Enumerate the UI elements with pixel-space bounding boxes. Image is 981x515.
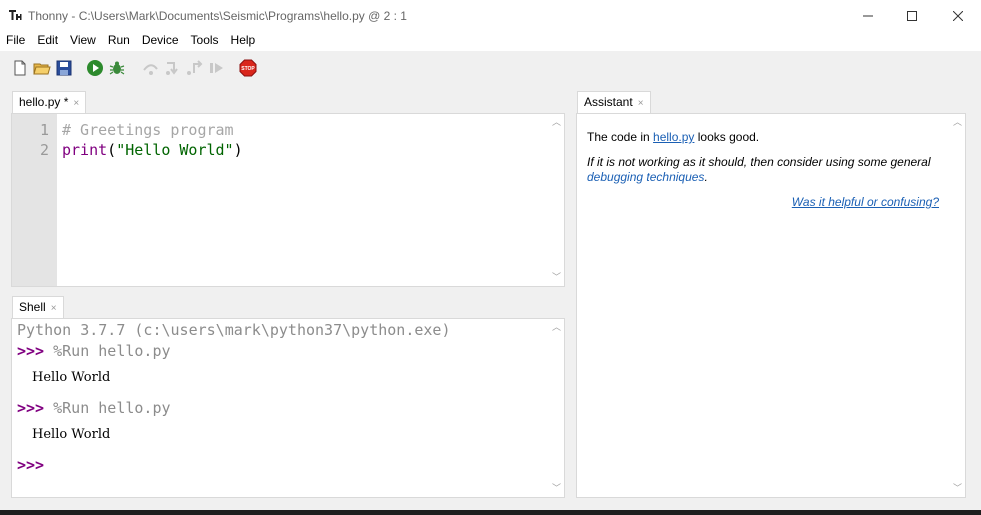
shell-prompt: >>> bbox=[17, 399, 45, 417]
code-paren: ) bbox=[233, 141, 243, 159]
menu-run[interactable]: Run bbox=[102, 31, 136, 51]
debugging-techniques-link[interactable]: debugging techniques bbox=[587, 170, 704, 184]
assistant-advice: If it is not working as it should, then … bbox=[587, 155, 931, 169]
assistant-pane: The code in hello.py looks good. If it i… bbox=[576, 113, 966, 498]
step-into-icon[interactable] bbox=[164, 59, 182, 77]
code-builtin: print bbox=[62, 141, 108, 159]
shell-input-line[interactable]: >>> bbox=[17, 456, 44, 474]
toolbar: STOP bbox=[0, 51, 981, 87]
menu-view[interactable]: View bbox=[64, 31, 102, 51]
stop-label: STOP bbox=[241, 66, 255, 72]
scroll-down-icon[interactable]: ﹀ bbox=[552, 484, 561, 493]
shell-header: Python 3.7.7 (c:\users\mark\python37\pyt… bbox=[17, 321, 451, 339]
scroll-up-icon[interactable]: ︿ bbox=[552, 118, 561, 127]
shell-scrollbar[interactable]: ︿ ﹀ bbox=[549, 319, 564, 497]
menu-bar: File Edit View Run Device Tools Help bbox=[0, 31, 981, 51]
assistant-tab-close-icon[interactable]: × bbox=[638, 98, 644, 109]
close-icon bbox=[953, 10, 963, 21]
scroll-down-icon[interactable]: ﹀ bbox=[552, 273, 561, 282]
resume-icon[interactable] bbox=[208, 59, 226, 77]
shell-output: Hello World bbox=[32, 427, 111, 442]
debug-icon[interactable] bbox=[108, 59, 126, 77]
shell-command: %Run hello.py bbox=[44, 399, 171, 417]
window-title: Thonny - C:\Users\Mark\Documents\Seismic… bbox=[28, 9, 407, 23]
assistant-message-prefix: The code in bbox=[587, 130, 654, 144]
shell-command-line: >>> %Run hello.py bbox=[17, 342, 171, 360]
shell-pane[interactable]: Python 3.7.7 (c:\users\mark\python37\pyt… bbox=[11, 318, 565, 498]
maximize-button[interactable] bbox=[889, 0, 935, 31]
minimize-button[interactable] bbox=[845, 0, 891, 31]
minimize-icon bbox=[863, 15, 873, 16]
code-line-1[interactable]: # Greetings program bbox=[62, 121, 234, 139]
shell-prompt: >>> bbox=[17, 342, 45, 360]
thonny-logo-icon bbox=[8, 8, 22, 22]
feedback-link[interactable]: Was it helpful or confusing? bbox=[792, 195, 939, 209]
save-icon[interactable] bbox=[55, 59, 73, 77]
scroll-up-icon[interactable]: ︿ bbox=[552, 323, 561, 332]
step-over-icon[interactable] bbox=[142, 59, 160, 77]
run-icon[interactable] bbox=[86, 59, 104, 77]
shell-tab-label: Shell bbox=[19, 300, 46, 314]
assistant-message: The code in hello.py looks good. bbox=[587, 130, 759, 144]
editor-scrollbar[interactable]: ︿ ﹀ bbox=[549, 114, 564, 286]
code-string: "Hello World" bbox=[116, 141, 234, 159]
step-out-icon[interactable] bbox=[186, 59, 204, 77]
open-folder-icon[interactable] bbox=[33, 59, 51, 77]
menu-help[interactable]: Help bbox=[225, 31, 262, 51]
taskbar-edge bbox=[0, 510, 981, 515]
tab-editor-hello[interactable]: hello.py * × bbox=[12, 91, 87, 113]
shell-tab-close-icon[interactable]: × bbox=[51, 303, 57, 314]
assistant-scrollbar[interactable]: ︿ ﹀ bbox=[950, 114, 965, 497]
assistant-tab-label: Assistant bbox=[584, 95, 633, 109]
scroll-down-icon[interactable]: ﹀ bbox=[953, 484, 962, 493]
editor-tab-label: hello.py * bbox=[19, 95, 69, 109]
editor-pane[interactable]: 1 2 # Greetings program print("Hello Wor… bbox=[11, 113, 565, 287]
menu-device[interactable]: Device bbox=[136, 31, 185, 51]
shell-command: %Run hello.py bbox=[44, 342, 171, 360]
line-number-gutter: 1 2 bbox=[12, 114, 57, 286]
shell-command-line: >>> %Run hello.py bbox=[17, 399, 171, 417]
line-number: 1 bbox=[39, 121, 49, 139]
shell-output: Hello World bbox=[32, 370, 111, 385]
editor-tab-close-icon[interactable]: × bbox=[73, 98, 79, 109]
title-bar: Thonny - C:\Users\Mark\Documents\Seismic… bbox=[0, 0, 981, 31]
menu-edit[interactable]: Edit bbox=[31, 31, 64, 51]
new-file-icon[interactable] bbox=[11, 59, 29, 77]
shell-prompt: >>> bbox=[17, 456, 45, 474]
code-line-2[interactable]: print("Hello World") bbox=[62, 141, 243, 159]
code-comment: # Greetings program bbox=[62, 121, 234, 139]
tab-assistant[interactable]: Assistant × bbox=[577, 91, 651, 113]
stop-icon[interactable]: STOP bbox=[239, 59, 257, 77]
assistant-advice-line2: debugging techniques. bbox=[587, 170, 708, 184]
close-button[interactable] bbox=[935, 0, 981, 31]
maximize-icon bbox=[907, 10, 917, 21]
code-paren: ( bbox=[107, 141, 117, 159]
menu-tools[interactable]: Tools bbox=[185, 31, 225, 51]
menu-file[interactable]: File bbox=[0, 31, 31, 51]
scroll-up-icon[interactable]: ︿ bbox=[953, 118, 962, 127]
assistant-advice-end: . bbox=[704, 170, 708, 184]
tab-shell[interactable]: Shell × bbox=[12, 296, 64, 318]
assistant-message-suffix: looks good. bbox=[694, 130, 760, 144]
line-number: 2 bbox=[39, 141, 49, 159]
assistant-file-link[interactable]: hello.py bbox=[653, 130, 694, 144]
